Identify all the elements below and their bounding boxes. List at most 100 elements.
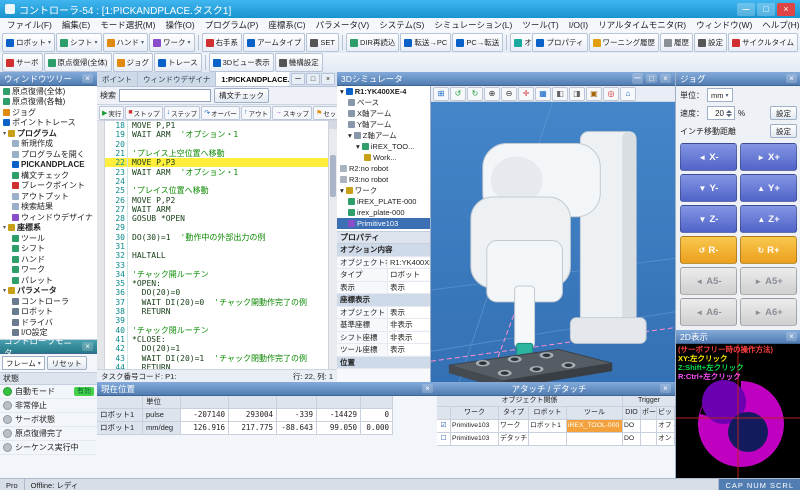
sidebar-item[interactable]: シフト [0,244,97,255]
close-icon[interactable]: × [422,384,433,393]
menu-item[interactable]: ウィンドウ(W) [691,19,757,31]
sidebar-item[interactable]: ウィンドウデザイナ [0,212,97,223]
minimize-icon[interactable]: ー [291,73,305,85]
scroll-up-icon[interactable] [329,121,337,129]
jog-button-zminus[interactable]: ▼Z- [680,205,737,233]
sidebar-item[interactable]: 検索結果 [0,202,97,213]
toolbar-button[interactable]: 原点復帰(全体) [44,53,112,72]
model-tree-item[interactable]: ▾R1:YK400XE-4 [337,86,430,97]
view3d-tool-icon[interactable]: ▣ [586,87,602,101]
exec-button[interactable]: ⚑セット [313,106,337,120]
sidebar-item[interactable]: コントローラ [0,296,97,307]
toolbar-button[interactable]: 転送→PC [400,33,451,52]
menu-item[interactable]: 編集(E) [57,19,95,31]
property-group[interactable]: オプション内容 [337,244,430,257]
jog-button-xplus[interactable]: ►X+ [740,143,797,171]
view3d-tool-icon[interactable]: ▦ [535,87,551,101]
toolbar-button[interactable]: 3Dビュー表示 [209,53,274,72]
code-line[interactable]: 31 [105,242,328,251]
scroll-thumb[interactable] [330,155,336,197]
toolbar-button[interactable]: サーボ [2,53,43,72]
menu-item[interactable]: 座標系(C) [263,19,310,31]
property-group[interactable]: 位置 [337,357,430,370]
maximize-icon[interactable]: □ [646,74,657,83]
toolbar-button[interactable]: ワーク▾ [149,33,195,52]
jog-button-xminus[interactable]: ◄X- [680,143,737,171]
jog-button-a6plus[interactable]: ►A6+ [740,298,797,326]
menu-item[interactable]: モード選択(M) [95,19,160,31]
sidebar-item[interactable]: ブレークポイント [0,181,97,192]
code-line[interactable]: 35*OPEN: [105,279,328,288]
menu-item[interactable]: ツール(T) [517,19,563,31]
sidebar-item[interactable]: ▾パラメータ [0,286,97,297]
menu-item[interactable]: 操作(O) [160,19,199,31]
menu-item[interactable]: リアルタイムモニタ(R) [593,19,691,31]
speed-input[interactable]: 20 [707,106,735,120]
view3d-scene[interactable] [431,102,675,382]
code-line[interactable]: 37 WAIT DI(20)=0'チャック開動作完了の例 [105,298,328,307]
model-tree-item[interactable]: R2:no robot [337,163,430,174]
model-tree-item[interactable]: Work... [337,152,430,163]
unit-dropdown[interactable]: mm ▾ [707,88,733,102]
menu-item[interactable]: I/O(I) [564,20,593,30]
view3d-tool-icon[interactable]: ◎ [603,87,619,101]
editor-scrollbar[interactable] [328,121,337,369]
sidebar-item[interactable]: ドライバ [0,317,97,328]
model-tree-item[interactable]: irex_plate-000 [337,207,430,218]
menu-item[interactable]: シミュレーション(L) [429,19,517,31]
view3d-tool-icon[interactable]: ✛ [518,87,534,101]
sidebar-item[interactable]: ▾プログラム [0,128,97,139]
view3d-tool-icon[interactable]: ◨ [569,87,585,101]
maximize-icon[interactable]: □ [306,73,320,85]
minimize-button[interactable]: ー [737,3,755,16]
toolbar-button[interactable]: ジョグ [113,53,154,72]
view3d-tool-icon[interactable]: ↻ [467,87,483,101]
property-group[interactable]: 座標表示 [337,294,430,307]
code-line[interactable]: 38 RETURN [105,307,328,316]
menu-item[interactable]: ヘルプ(H) [757,19,800,31]
toolbar-button[interactable]: ロボット▾ [2,33,55,52]
jog-button-a6minus[interactable]: ◄A6- [680,298,737,326]
reset-button[interactable]: リセット [47,356,87,370]
toolbar-button[interactable]: 機構設定 [275,53,323,72]
exec-button[interactable]: ↑アウト [241,106,271,120]
view3d-tool-icon[interactable]: ⊞ [433,87,449,101]
code-line[interactable]: 43 WAIT DI(20)=1'チャック閉動作完了の例 [105,353,328,362]
toolbar-button[interactable]: サイクルタイム [728,33,798,52]
sidebar-item[interactable]: パレット [0,275,97,286]
menu-item[interactable]: パラメータ(V) [311,19,375,31]
toolbar-button[interactable]: アームタイプ [243,33,305,52]
toolbar-button[interactable]: 右手系 [202,33,243,52]
code-line[interactable]: 34'チャック開ルーチン [105,270,328,279]
jog-button-zplus[interactable]: ▲Z+ [740,205,797,233]
exec-button[interactable]: →スキップ [272,106,312,120]
toolbar-button[interactable]: 設定 [694,33,727,52]
sidebar-item[interactable]: ▾座標系 [0,223,97,234]
jog-button-yplus[interactable]: ▲Y+ [740,174,797,202]
editor-tab[interactable]: ウィンドウデザイナ [138,72,216,86]
code-line[interactable]: 32HALTALL [105,251,328,260]
menu-item[interactable]: ファイル(F) [2,19,57,31]
exec-button[interactable]: ↷オーバー [201,106,240,120]
code-line[interactable]: 21'プレイス上空位置へ移動 [105,149,328,158]
model-tree-item[interactable]: iREX_PLATE-000 [337,196,430,207]
code-line[interactable]: 27WAIT ARM [105,205,328,214]
jog-button-yminus[interactable]: ▼Y- [680,174,737,202]
inch-set-button[interactable]: 設定 [770,124,797,138]
code-line[interactable]: 28GOSUB *OPEN [105,214,328,223]
search-input[interactable] [119,89,211,102]
sidebar-item[interactable]: 原点復帰(全体) [0,86,97,97]
sidebar-item[interactable]: ロボット [0,307,97,318]
frame-dropdown[interactable]: フレーム ▾ [2,356,45,370]
model-tree-item[interactable]: ▾iREX_TOO... [337,141,430,152]
code-line[interactable]: 30DO(30)=1'動作中の外部出力の例 [105,233,328,242]
toolbar-button[interactable]: SET [306,33,339,52]
jog-button-a5plus[interactable]: ►A5+ [740,267,797,295]
close-icon[interactable]: × [786,332,797,341]
view3d-tool-icon[interactable]: ⊕ [484,87,500,101]
model-tree-item[interactable]: X軸アーム [337,108,430,119]
sidebar-item[interactable]: ハンド [0,254,97,265]
syntax-check-button[interactable]: 構文チェック [214,88,269,103]
sidebar-item[interactable]: PICKANDPLACE [0,160,97,171]
toolbar-button[interactable]: PC→転送 [452,33,503,52]
